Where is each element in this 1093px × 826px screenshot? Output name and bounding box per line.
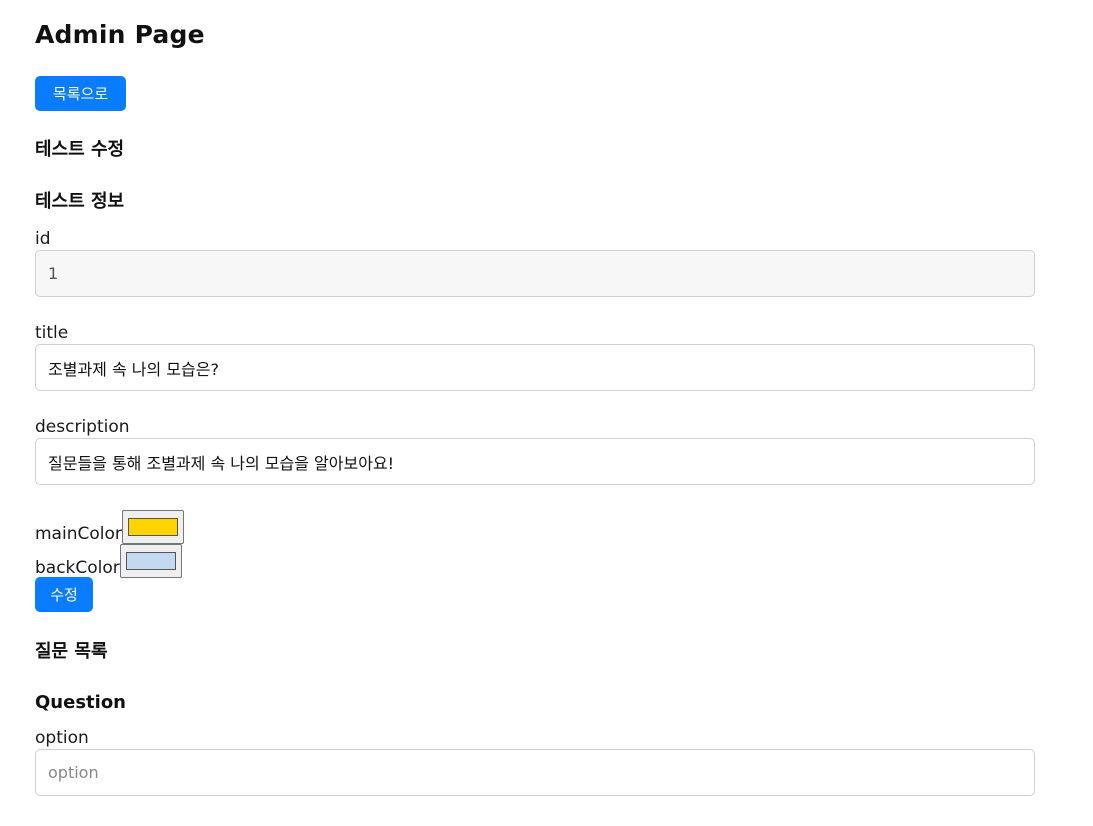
page-title: Admin Page: [35, 20, 205, 49]
id-field[interactable]: [35, 250, 1035, 297]
main-color-label: mainColor: [35, 524, 122, 544]
id-label: id: [35, 229, 51, 249]
description-field[interactable]: [35, 438, 1035, 485]
admin-page: Admin Page 목록으로 테스트 수정 테스트 정보 id title d…: [0, 0, 1093, 826]
option-field[interactable]: [35, 749, 1035, 796]
title-label: title: [35, 323, 69, 343]
main-color-row: mainColor: [35, 510, 184, 544]
edit-section-heading: 테스트 수정: [35, 139, 125, 160]
back-to-list-button[interactable]: 목록으로: [35, 76, 126, 111]
option-label: option: [35, 728, 89, 748]
questions-section-heading: 질문 목록: [35, 641, 108, 662]
description-label: description: [35, 417, 130, 437]
back-color-swatch: [125, 552, 176, 570]
main-color-swatch: [127, 518, 178, 536]
update-button[interactable]: 수정: [35, 577, 93, 612]
info-section-heading: 테스트 정보: [35, 191, 125, 212]
main-color-picker[interactable]: [121, 510, 184, 544]
back-color-label: backColor: [35, 558, 120, 578]
back-color-row: backColor: [35, 544, 182, 578]
title-field[interactable]: [35, 344, 1035, 391]
back-color-picker[interactable]: [119, 544, 182, 578]
question-heading: Question: [35, 692, 126, 713]
